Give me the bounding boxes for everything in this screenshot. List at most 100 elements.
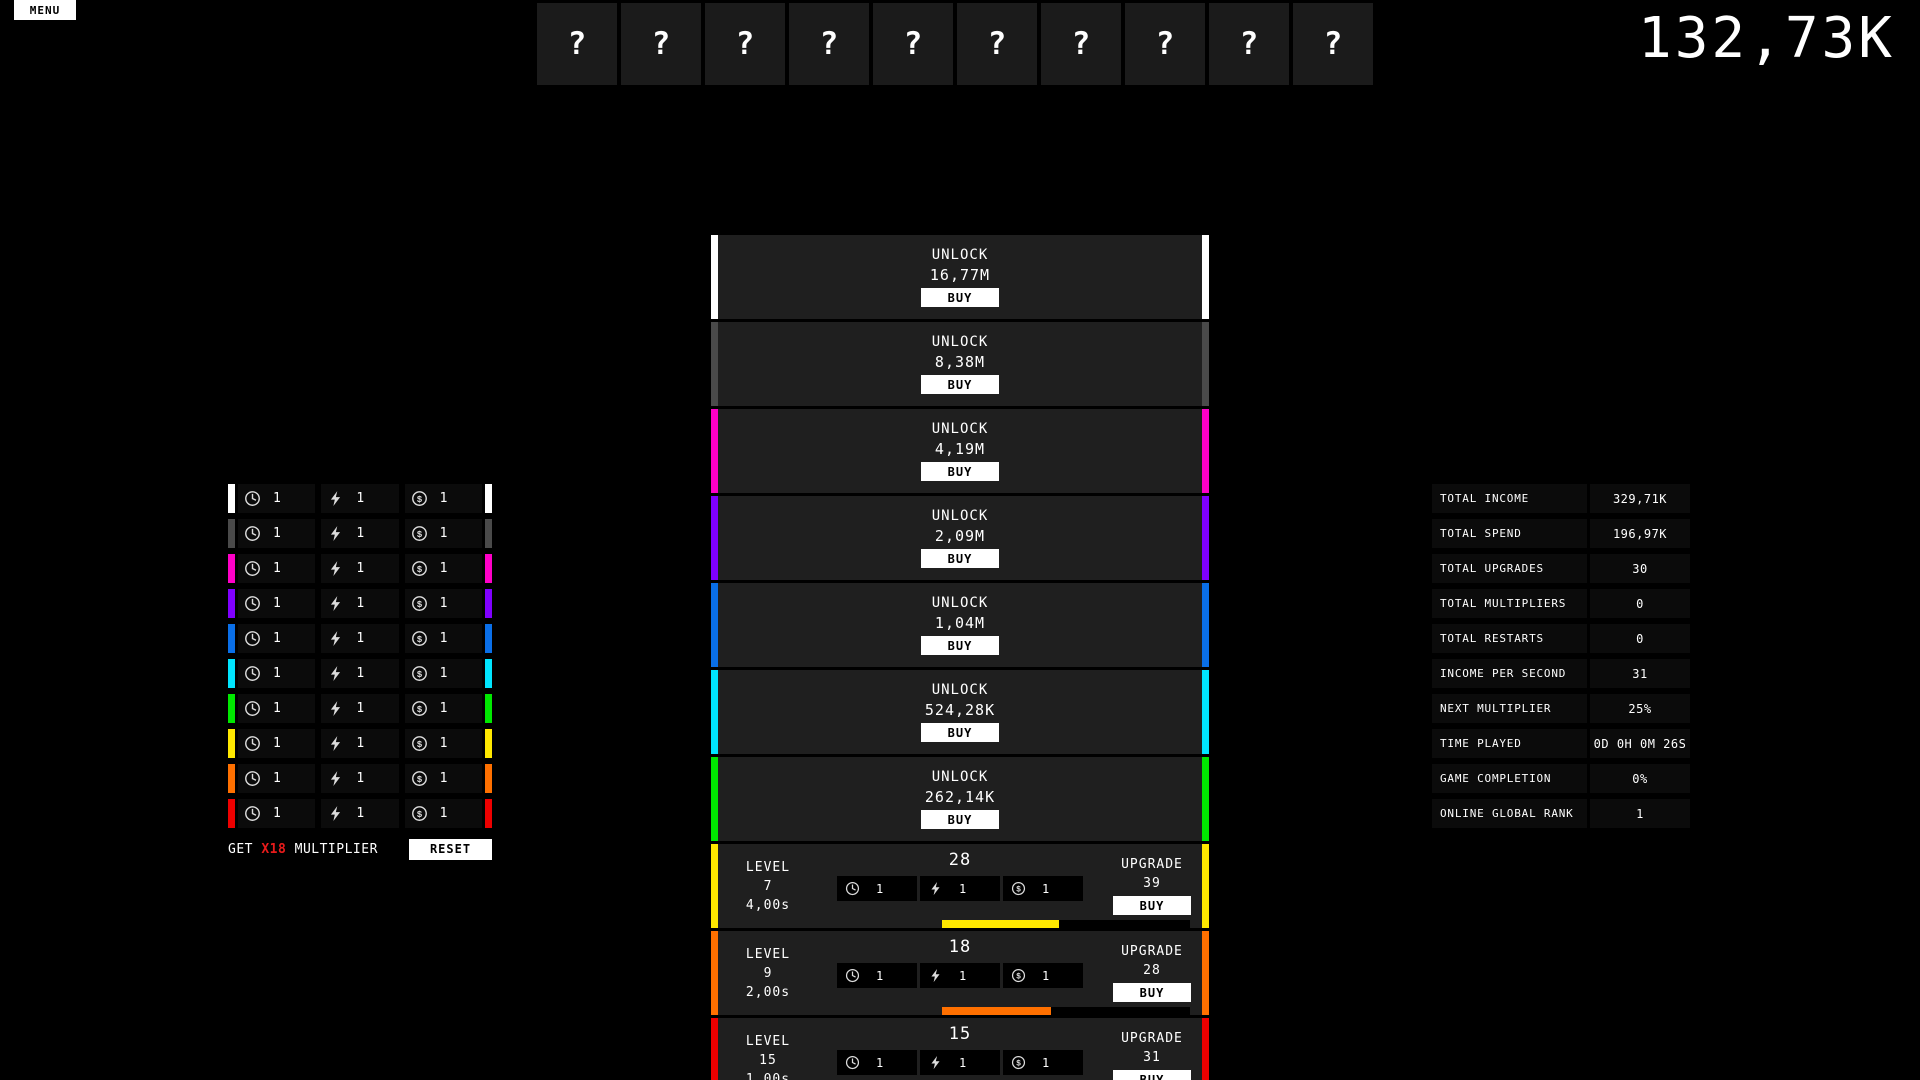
unlock-label: UNLOCK [931,682,989,698]
unlock-buy-button[interactable]: BUY [921,288,999,307]
locked-upgrade-slot[interactable]: ? [621,3,701,85]
generator-stat-money: $1 [404,659,482,688]
stats-key: GAME COMPLETION [1432,764,1587,793]
generator-color-bar-left [228,589,235,618]
unlock-buy-button[interactable]: BUY [921,810,999,829]
stats-row: GAME COMPLETION 0% [1432,764,1690,793]
unlock-color-bar-right [1202,757,1209,841]
svg-text:$: $ [416,704,422,715]
level-count: 15 [948,1024,972,1044]
stats-value: 0 [1590,589,1690,618]
generator-stat-power: 1 [321,729,399,758]
level-progress-track [942,920,1190,928]
level-progress-fill [942,920,1059,928]
clock-icon [245,491,260,506]
unlock-cost: 4,19M [934,440,986,458]
lightning-icon [928,881,943,896]
lightning-icon [331,526,341,541]
level-center: 28 1 1 $1 [818,844,1190,928]
generator-stat-power: 1 [321,764,399,793]
generator-stats-panel: 1 1 $1 1 1 $1 1 1 $1 1 1 $1 1 1 $1 1 1 $1 1 1 $1 1 1 $1 1 1 $1 1 1 $1 [228,484,492,834]
level-progress-track [942,1007,1190,1015]
generator-stat-value: 1 [356,596,365,611]
generator-stat-value: 1 [273,666,281,681]
unlock-buy-button[interactable]: BUY [921,462,999,481]
lightning-icon [331,806,341,821]
reset-button[interactable]: RESET [409,838,492,860]
generator-stat-power: 1 [321,484,399,513]
locked-upgrade-slot[interactable]: ? [1293,3,1373,85]
upgrade-cost: 28 [1143,963,1161,978]
level-stat-value: 1 [959,881,967,896]
multiplier-prefix: GET [228,841,253,857]
level-stat-value: 1 [1042,1055,1050,1070]
level-stat-time: 1 [837,876,917,901]
generator-stat-value: 1 [273,561,281,576]
generator-stat-value: 1 [439,771,448,786]
generator-stat-value: 1 [273,771,281,786]
level-stat-value: 1 [876,881,884,896]
clock-icon [845,881,860,896]
dollar-coin-icon: $ [411,630,428,647]
generator-stat-power: 1 [321,624,399,653]
unlock-buy-button[interactable]: BUY [921,375,999,394]
generator-stat-value: 1 [439,631,448,646]
locked-upgrade-slot[interactable]: ? [1209,3,1289,85]
locked-upgrade-slot[interactable]: ? [789,3,869,85]
unlock-color-bar-right [1202,496,1209,580]
multiplier-row: GET X18 MULTIPLIER RESET [228,838,492,860]
generator-stat-value: 1 [273,631,281,646]
stats-value: 329,71K [1590,484,1690,513]
stats-row: TOTAL MULTIPLIERS 0 [1432,589,1690,618]
unlock-buy-button[interactable]: BUY [921,636,999,655]
locked-upgrade-slot[interactable]: ? [537,3,617,85]
dollar-coin-icon: $ [411,596,427,611]
unlock-color-bar-right [1202,583,1209,667]
stats-value: 0 [1590,624,1690,653]
unlock-buy-button[interactable]: BUY [921,549,999,568]
unlock-label: UNLOCK [931,595,989,611]
stats-key: TOTAL UPGRADES [1432,554,1587,583]
level-color-bar-right [1202,931,1209,1015]
clock-icon [244,805,261,822]
lightning-icon [331,631,341,646]
locked-upgrade-slot[interactable]: ? [1041,3,1121,85]
generator-color-bar-right [485,554,492,583]
unlock-color-bar-right [1202,322,1209,406]
svg-text:$: $ [1016,886,1021,895]
locked-upgrade-slot[interactable]: ? [957,3,1037,85]
unlock-color-bar-left [711,670,718,754]
unlock-cost: 1,04M [934,614,986,632]
lightning-icon [327,770,344,787]
generator-stat-value: 1 [356,491,365,506]
upgrade-buy-button[interactable]: BUY [1113,1070,1191,1080]
stats-key: ONLINE GLOBAL RANK [1432,799,1587,828]
generator-stat-time: 1 [238,554,316,583]
upgrade-buy-button[interactable]: BUY [1113,896,1191,915]
stats-key: TOTAL SPEND [1432,519,1587,548]
unlock-row: UNLOCK 2,09M BUY [711,496,1209,580]
clock-icon [244,630,261,647]
generator-color-bar-right [485,694,492,723]
dollar-coin-icon: $ [411,700,428,717]
unlock-label: UNLOCK [931,247,989,263]
stats-row: TOTAL INCOME 329,71K [1432,484,1690,513]
generator-stat-value: 1 [273,596,281,611]
lightning-icon [327,735,344,752]
unlock-buy-button[interactable]: BUY [921,723,999,742]
lightning-icon [327,665,344,682]
dollar-coin-icon: $ [1011,881,1026,896]
unlock-label: UNLOCK [931,508,989,524]
locked-upgrade-slot[interactable]: ? [1125,3,1205,85]
generator-stat-money: $1 [404,799,482,828]
unlock-color-bar-left [711,235,718,319]
menu-button[interactable]: MENU [14,0,76,20]
money-display: 132,73K [1637,6,1895,71]
locked-upgrade-slot[interactable]: ? [705,3,785,85]
unlock-cost: 524,28K [924,701,996,719]
stats-value: 30 [1590,554,1690,583]
generator-stat-power: 1 [321,519,399,548]
unlock-color-bar-left [711,409,718,493]
locked-upgrade-slot[interactable]: ? [873,3,953,85]
upgrade-buy-button[interactable]: BUY [1113,983,1191,1002]
